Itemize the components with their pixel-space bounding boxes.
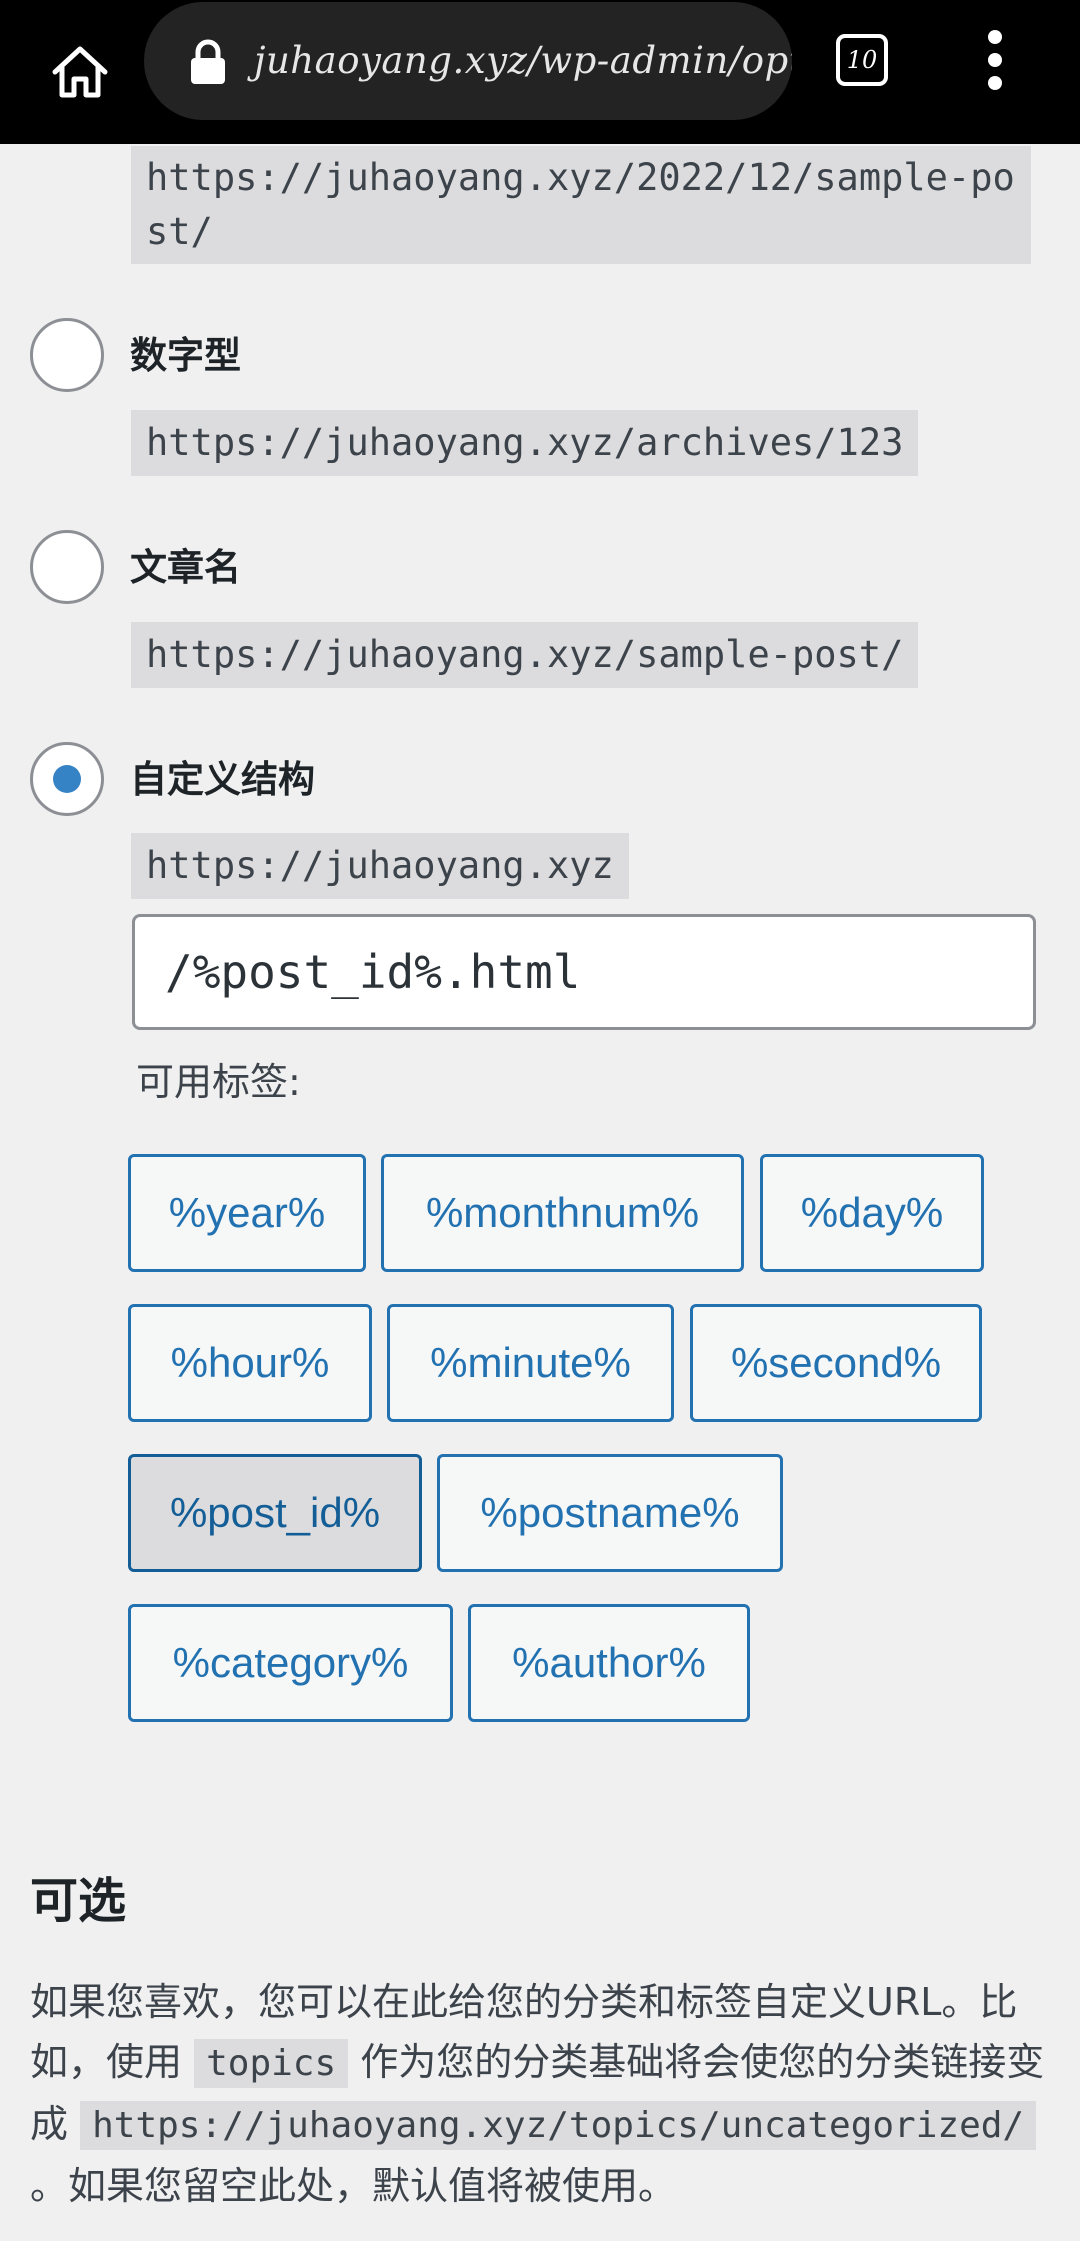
home-button[interactable] (30, 22, 130, 122)
tag-button-hour[interactable]: %hour% (128, 1304, 372, 1422)
tag-button-day[interactable]: %day% (760, 1154, 984, 1272)
tab-switcher-button[interactable]: 10 (836, 34, 888, 86)
tag-button-category[interactable]: %category% (128, 1604, 453, 1722)
url-text: juhaoyang.xyz/wp-admin/optior (254, 39, 792, 82)
optional-section-title: 可选 (30, 1873, 127, 1929)
tag-button-post-id[interactable]: %post_id% (128, 1454, 422, 1572)
tag-button-minute[interactable]: %minute% (387, 1304, 674, 1422)
tag-button-second[interactable]: %second% (690, 1304, 982, 1422)
radio-custom-structure[interactable] (30, 742, 104, 816)
radio-label-custom-structure: 自定义结构 (130, 758, 315, 801)
month-name-example-url: https://juhaoyang.xyz/2022/12/sample-pos… (131, 146, 1031, 264)
radio-label-post-name: 文章名 (130, 546, 241, 589)
radio-numeric[interactable] (30, 318, 104, 392)
tag-button-year[interactable]: %year% (128, 1154, 366, 1272)
address-bar[interactable]: juhaoyang.xyz/wp-admin/optior (144, 2, 792, 120)
home-icon (52, 46, 108, 98)
optional-desc-text-3: 。如果您留空此处，默认值将被使用。 (30, 2164, 677, 2208)
custom-structure-input[interactable] (132, 914, 1036, 1030)
tag-button-author[interactable]: %author% (468, 1604, 750, 1722)
post-name-example-url: https://juhaoyang.xyz/sample-post/ (131, 622, 919, 688)
tag-button-monthnum[interactable]: %monthnum% (381, 1154, 744, 1272)
numeric-example-url: https://juhaoyang.xyz/archives/123 (131, 410, 919, 476)
optional-description: 如果您喜欢，您可以在此给您的分类和标签自定义URL。比如，使用 topics 作… (30, 1972, 1050, 2216)
custom-structure-base-url: https://juhaoyang.xyz (131, 833, 629, 899)
radio-post-name[interactable] (30, 530, 104, 604)
lock-icon (191, 39, 225, 84)
browser-toolbar: juhaoyang.xyz/wp-admin/optior 10 (0, 0, 1080, 144)
optional-desc-code-url: https://juhaoyang.xyz/topics/uncategoriz… (80, 2101, 1037, 2150)
available-tags-label: 可用标签: (136, 1060, 301, 1104)
more-options-icon[interactable] (974, 30, 1018, 90)
tag-button-postname[interactable]: %postname% (437, 1454, 783, 1572)
optional-desc-code-topics: topics (194, 2039, 349, 2088)
radio-label-numeric: 数字型 (130, 334, 241, 377)
